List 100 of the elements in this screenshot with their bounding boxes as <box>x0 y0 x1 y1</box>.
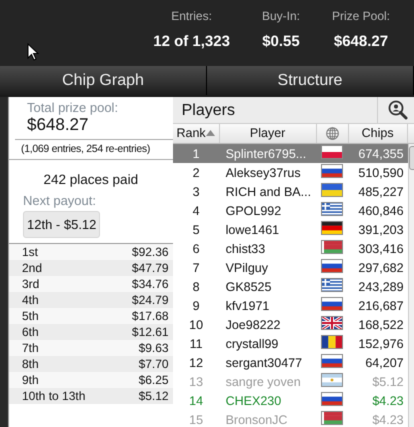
search-player-icon[interactable] <box>388 100 408 120</box>
column-header[interactable]: Rank <box>172 124 220 143</box>
chips-cell-text: 216,687 <box>357 298 405 312</box>
tab[interactable]: Structure <box>207 66 414 95</box>
player-name: kfv1971 <box>224 298 270 312</box>
tab[interactable]: Chip Graph <box>0 66 207 95</box>
payout-place: 9th <box>22 373 39 387</box>
flag-icon <box>320 259 343 273</box>
flag-icon <box>320 335 343 349</box>
player-name: sergant30477 <box>224 356 304 370</box>
player-name: VPilguy <box>224 260 269 274</box>
player-name: Aleksey37rus <box>224 166 302 180</box>
flag-icon <box>320 392 343 406</box>
player-name: GPOL992 <box>224 204 282 218</box>
stat-label: Entries: <box>171 9 212 23</box>
rank-cell-text: 15 <box>188 412 204 426</box>
chips-cell-text: $4.23 <box>371 412 405 426</box>
chips-cell-text: 485,227 <box>357 184 405 198</box>
flag-icon <box>320 202 343 216</box>
rank-cell-text: 14 <box>188 394 204 408</box>
player-row[interactable]: 10 Joe98222 168,522 <box>172 315 408 334</box>
player-row[interactable]: 3 RICH and BA... 485,227 <box>172 182 408 201</box>
payout-amount: $7.70 <box>138 357 169 371</box>
flag-icon <box>320 240 343 254</box>
payout-place: 2nd <box>22 261 42 275</box>
payout-place: 4th <box>22 293 39 307</box>
flag-icon <box>320 221 343 235</box>
flag-icon <box>320 373 343 387</box>
rank-cell-text: 6 <box>192 242 201 256</box>
chips-cell-text: 674,355 <box>357 146 405 160</box>
rank-cell-text: 1 <box>192 146 201 160</box>
player-row[interactable]: 5 lowe1461 391,203 <box>172 220 408 239</box>
stat-label: Prize Pool: <box>332 9 390 23</box>
chips-cell-text: 243,289 <box>357 280 405 294</box>
chips-cell-text: 460,846 <box>357 204 405 218</box>
player-name: crystall99 <box>224 336 280 350</box>
column-header[interactable]: Chips <box>348 124 408 143</box>
player-row[interactable]: 6 chist33 303,416 <box>172 239 408 258</box>
flag-icon <box>320 354 343 368</box>
flag-icon <box>320 316 343 330</box>
player-row[interactable]: 12 sergant30477 64,207 <box>172 353 408 372</box>
rank-cell-text: 13 <box>188 374 204 388</box>
player-row[interactable]: 8 GK8525 243,289 <box>172 277 408 296</box>
chips-cell-text: 297,682 <box>357 260 405 274</box>
chips-cell-text: $5.12 <box>371 374 405 388</box>
payout-amount: $92.36 <box>132 245 169 259</box>
payout-amount: $17.68 <box>132 309 169 323</box>
player-row[interactable]: 2 Aleksey37rus 510,590 <box>172 163 408 182</box>
player-name: Joe98222 <box>224 318 282 332</box>
player-row[interactable]: 4 GPOL992 460,846 <box>172 201 408 220</box>
payout-place: 1st <box>22 245 38 259</box>
payout-amount: $9.63 <box>138 341 169 355</box>
sort-ascending-icon <box>206 130 215 136</box>
player-name: BronsonJC <box>224 412 288 426</box>
entries-note: (1,069 entries, 254 re-entries) <box>9 140 173 160</box>
chips-cell-text: 168,522 <box>357 318 405 332</box>
next-payout-label: Next payout: <box>23 193 97 208</box>
payout-place: 3rd <box>22 277 40 291</box>
next-payout-value: 12th - $5.12 <box>23 211 100 238</box>
rank-cell-text: 2 <box>192 166 201 180</box>
globe-icon[interactable] <box>326 126 339 140</box>
rank-cell-text: 8 <box>192 280 201 294</box>
column-header[interactable]: Player <box>220 124 317 143</box>
payout-place: 8th <box>22 357 39 371</box>
player-row[interactable]: 7 VPilguy 297,682 <box>172 258 408 277</box>
rank-cell-text: 10 <box>188 318 204 332</box>
player-name: sangre yoven <box>224 374 302 388</box>
payout-amount: $5.12 <box>138 389 169 403</box>
rank-cell-text: 9 <box>192 298 201 312</box>
player-name: lowe1461 <box>224 222 280 236</box>
chips-cell-text: 64,207 <box>364 356 405 370</box>
payout-place: 5th <box>22 309 39 323</box>
chips-cell-text: 303,416 <box>357 242 405 256</box>
payout-amount: $6.25 <box>138 373 169 387</box>
payout-amount: $12.61 <box>132 325 169 339</box>
chips-cell-text: 510,590 <box>357 166 405 180</box>
flag-icon <box>320 297 343 311</box>
player-row[interactable]: 9 kfv1971 216,687 <box>172 296 408 315</box>
rank-cell-text: 4 <box>192 204 201 218</box>
payout-amount: $34.76 <box>132 277 169 291</box>
mouse-pointer-icon <box>27 43 39 61</box>
rank-cell-text: 3 <box>192 184 201 198</box>
flag-icon <box>320 145 343 159</box>
total-prize-label: Total prize pool: <box>27 100 120 115</box>
chips-cell-text: 391,203 <box>357 222 405 236</box>
player-row[interactable]: 11 crystall99 152,976 <box>172 334 408 353</box>
player-row[interactable]: 14 CHEX230 $4.23 <box>172 391 408 410</box>
rank-cell-text: 12 <box>188 356 204 370</box>
player-name: chist33 <box>224 242 266 256</box>
total-prize-value: $648.27 <box>27 115 90 135</box>
player-name: CHEX230 <box>224 394 282 408</box>
flag-icon <box>320 278 343 292</box>
rank-cell-text: 11 <box>188 336 204 350</box>
player-name: RICH and BA... <box>224 184 312 198</box>
player-row[interactable]: 1 Splinter6795... 674,355 <box>172 144 408 163</box>
flag-icon <box>320 164 343 178</box>
player-name: Splinter6795... <box>224 146 308 160</box>
stat-value: $0.55 <box>262 33 300 50</box>
places-paid-text: 242 places paid <box>42 172 140 187</box>
stat-value: $648.27 <box>334 33 388 50</box>
